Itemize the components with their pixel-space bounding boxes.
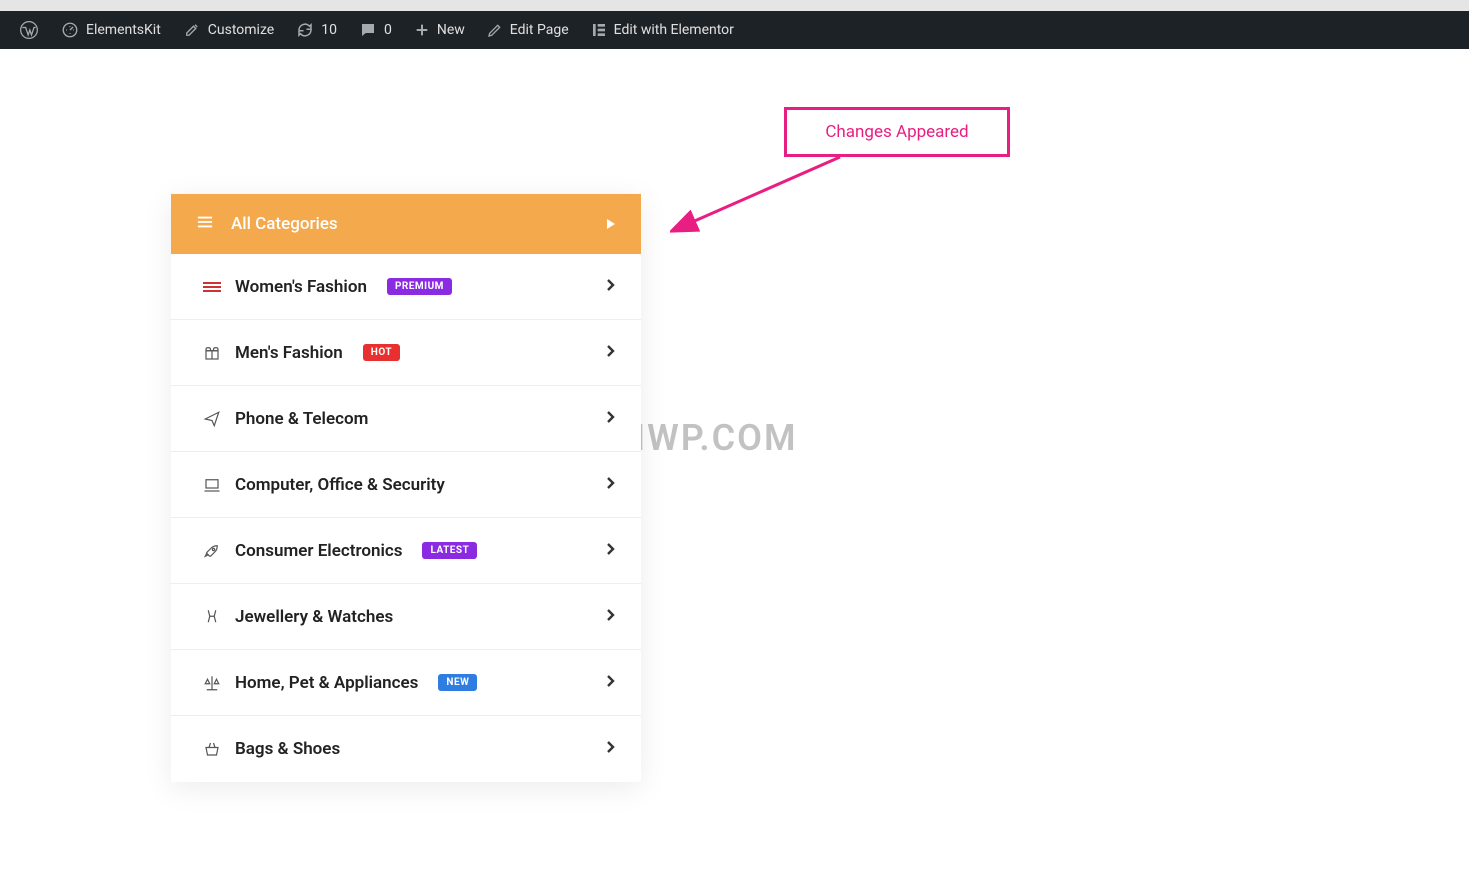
send-icon	[203, 410, 221, 428]
category-label: Home, Pet & Appliances	[235, 673, 418, 693]
admin-wp-logo[interactable]	[8, 11, 50, 49]
gift-icon	[203, 344, 221, 362]
admin-label: ElementsKit	[86, 22, 161, 38]
hamburger-icon	[197, 214, 213, 234]
admin-label: Customize	[208, 22, 274, 38]
rocket-icon	[203, 542, 221, 560]
callout-text: Changes Appeared	[825, 122, 968, 142]
category-label: Phone & Telecom	[235, 409, 368, 429]
category-label: Computer, Office & Security	[235, 475, 445, 495]
chevron-right-icon	[606, 476, 615, 494]
category-item[interactable]: Consumer Electronics LATEST	[171, 518, 641, 584]
category-item[interactable]: Men's Fashion HOT	[171, 320, 641, 386]
refresh-icon	[296, 21, 314, 39]
annotation-callout: Changes Appeared	[784, 107, 1010, 157]
scale-icon	[203, 674, 221, 692]
brush-icon	[183, 21, 201, 39]
badge: PREMIUM	[387, 278, 452, 295]
chevron-right-icon	[606, 410, 615, 428]
cheers-icon	[203, 608, 221, 626]
admin-item-updates[interactable]: 10	[285, 11, 348, 49]
badge: LATEST	[422, 542, 477, 559]
admin-item-new[interactable]: New	[403, 11, 476, 49]
admin-item-customize[interactable]: Customize	[172, 11, 285, 49]
browser-strip	[0, 0, 1469, 11]
category-panel: All Categories Women's Fashion PREMIUM Men…	[171, 194, 641, 782]
admin-item-edit-page[interactable]: Edit Page	[476, 11, 580, 49]
category-label: Consumer Electronics	[235, 541, 402, 561]
annotation-arrow	[670, 155, 930, 275]
category-label: Bags & Shoes	[235, 739, 340, 759]
lines-icon	[203, 281, 221, 293]
plus-icon	[414, 22, 430, 38]
category-item[interactable]: Phone & Telecom	[171, 386, 641, 452]
wordpress-icon	[19, 20, 39, 40]
laptop-icon	[203, 476, 221, 494]
admin-item-elementor[interactable]: Edit with Elementor	[580, 11, 745, 49]
wp-admin-bar: ElementsKit Customize 10 0 New Edit Page	[0, 11, 1469, 49]
category-item[interactable]: Home, Pet & Appliances NEW	[171, 650, 641, 716]
category-header[interactable]: All Categories	[171, 194, 641, 254]
chevron-right-icon	[606, 278, 615, 296]
chevron-right-icon	[606, 542, 615, 560]
admin-item-elementskit[interactable]: ElementsKit	[50, 11, 172, 49]
elementor-icon	[591, 22, 607, 38]
admin-label: Edit with Elementor	[614, 22, 734, 38]
badge: HOT	[363, 344, 400, 361]
caret-right-icon	[607, 214, 615, 234]
gauge-icon	[61, 21, 79, 39]
category-item[interactable]: Bags & Shoes	[171, 716, 641, 782]
basket-icon	[203, 740, 221, 758]
page-content: HEIWP.COM Changes Appeared All Categorie…	[0, 49, 1469, 887]
admin-label: New	[437, 22, 465, 38]
admin-item-comments[interactable]: 0	[348, 11, 403, 49]
category-item[interactable]: Women's Fashion PREMIUM	[171, 254, 641, 320]
category-item[interactable]: Computer, Office & Security	[171, 452, 641, 518]
category-label: Women's Fashion	[235, 277, 367, 297]
chevron-right-icon	[606, 674, 615, 692]
chevron-right-icon	[606, 608, 615, 626]
badge: NEW	[438, 674, 477, 691]
admin-label: 10	[321, 22, 337, 38]
category-label: Men's Fashion	[235, 343, 343, 363]
category-item[interactable]: Jewellery & Watches	[171, 584, 641, 650]
pencil-icon	[487, 22, 503, 38]
category-header-label: All Categories	[231, 214, 338, 234]
category-label: Jewellery & Watches	[235, 607, 393, 627]
chevron-right-icon	[606, 344, 615, 362]
comment-icon	[359, 21, 377, 39]
admin-label: 0	[384, 22, 392, 38]
admin-label: Edit Page	[510, 22, 569, 38]
chevron-right-icon	[606, 740, 615, 758]
